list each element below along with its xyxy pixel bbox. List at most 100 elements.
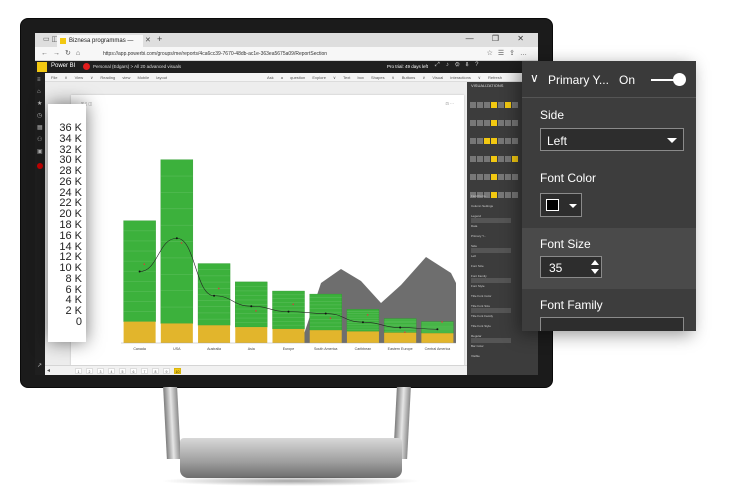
url-field[interactable]: https://app.powerbi.com/groups/me/report… (103, 51, 327, 57)
visual-type-icon[interactable] (498, 174, 504, 180)
format-section-item[interactable]: Font Size (471, 264, 484, 268)
primary-y-axis-section-header[interactable]: ∨ Primary Y... On (522, 61, 696, 98)
visual-type-icon[interactable] (470, 102, 476, 108)
page-tab-3[interactable]: 3 (97, 368, 104, 374)
format-section-item[interactable]: Column Settings (471, 204, 493, 208)
visual-type-icon[interactable] (505, 138, 511, 144)
menu-left-items[interactable]: File ∨ View ∨ Reading view Mobile layout (51, 75, 167, 80)
visual-type-icon[interactable] (505, 174, 511, 180)
visual-type-icon[interactable] (512, 174, 518, 180)
visual-type-icon[interactable] (505, 156, 511, 162)
tab-actions-icon[interactable]: ▭ ◫ (43, 35, 58, 43)
visual-type-icon[interactable] (491, 192, 497, 198)
bell-icon[interactable]: ♪ (446, 62, 455, 68)
menu-right-items[interactable]: Ask a question Explore ∨ Text box Shapes… (267, 75, 502, 80)
recent-nav-icon[interactable]: ◷ (37, 113, 43, 119)
visual-type-icon[interactable] (491, 138, 497, 144)
new-tab-button[interactable]: + (157, 34, 162, 44)
help-icon[interactable]: ? (475, 62, 484, 68)
gear-icon[interactable]: ⚙ (455, 62, 466, 68)
hamburger-icon[interactable]: ≡ (37, 77, 43, 83)
visual-type-icon[interactable] (498, 138, 504, 144)
share-icon[interactable]: ⇪ (509, 50, 520, 57)
nav-buttons[interactable]: ←→↻⌂ (41, 49, 85, 57)
visual-type-icon[interactable] (498, 156, 504, 162)
record-icon[interactable] (37, 163, 43, 169)
side-dropdown[interactable]: Left (540, 128, 684, 151)
chart-card[interactable]: ⊽ ▯ ◫ ⊡ ⋯ Canada USA Australia Asia Europe So… (71, 95, 464, 375)
visual-type-icon[interactable] (498, 192, 504, 198)
visual-type-icon[interactable] (498, 120, 504, 126)
window-controls[interactable]: — ❐ ✕ (466, 34, 532, 43)
format-section-item[interactable]: Primary Y... (471, 234, 486, 238)
stepper-up-icon[interactable] (591, 260, 599, 265)
format-input-box[interactable] (471, 278, 511, 283)
expand-icon[interactable]: ⤢ (435, 62, 446, 68)
visual-type-icon[interactable] (484, 156, 490, 162)
back-icon[interactable]: ← (41, 50, 53, 57)
format-section-item[interactable]: Title Font Family (471, 314, 493, 318)
visual-type-icon[interactable] (470, 156, 476, 162)
visual-type-icon[interactable] (470, 174, 476, 180)
visual-type-icon[interactable] (484, 174, 490, 180)
expand-nav-icon[interactable]: ↗ (37, 363, 43, 369)
page-tab-5[interactable]: 5 (119, 368, 126, 374)
user-avatar[interactable] (83, 63, 90, 70)
visual-type-icon[interactable] (477, 174, 483, 180)
home-icon[interactable]: ⌂ (76, 50, 85, 57)
visual-type-icon[interactable] (491, 156, 497, 162)
page-tab-9[interactable]: 9 (163, 368, 170, 374)
visual-type-icon[interactable] (498, 102, 504, 108)
favorites-nav-icon[interactable]: ★ (37, 101, 43, 107)
format-input-box[interactable] (471, 308, 511, 313)
page-tab-4[interactable]: 4 (108, 368, 115, 374)
chevron-down-icon[interactable]: ∨ (530, 71, 539, 85)
page-tab-10[interactable]: 10 (174, 368, 181, 374)
format-section-item[interactable]: Left (471, 254, 476, 258)
visual-type-icon[interactable] (512, 138, 518, 144)
visual-type-icon[interactable] (470, 138, 476, 144)
format-section-item[interactable]: Title Font Color (471, 294, 491, 298)
visual-type-icon[interactable] (484, 138, 490, 144)
visual-type-icon[interactable] (512, 156, 518, 162)
shared-nav-icon[interactable]: ⚇ (37, 137, 43, 143)
breadcrumb[interactable]: Personal (Edgars) > All 20 advanced visu… (93, 64, 181, 69)
visual-type-icon[interactable] (505, 192, 511, 198)
download-icon[interactable]: ⇩ (466, 62, 475, 68)
visual-type-icon[interactable] (505, 120, 511, 126)
visual-type-icon[interactable] (477, 102, 483, 108)
page-tab-6[interactable]: 6 (130, 368, 137, 374)
toggle-knob[interactable] (673, 73, 686, 86)
format-section-item[interactable]: Field Form... (471, 194, 488, 198)
font-family-dropdown[interactable] (540, 317, 684, 331)
format-section-item[interactable]: Title Font Style (471, 324, 491, 328)
page-nav-icon[interactable]: ◂ (47, 367, 50, 374)
visual-type-icon[interactable] (477, 120, 483, 126)
favorites-icon[interactable]: ☰ (498, 50, 509, 57)
stepper-down-icon[interactable] (591, 269, 599, 274)
format-section-item[interactable]: Visible (471, 354, 480, 358)
browser-tab[interactable]: Biznesa programmas — (57, 35, 143, 47)
visual-type-icon[interactable] (505, 102, 511, 108)
visual-type-icon[interactable] (512, 102, 518, 108)
home-nav-icon[interactable]: ⌂ (37, 89, 43, 95)
more-icon[interactable]: … (520, 50, 532, 57)
tab-close-icon[interactable]: ✕ (145, 36, 151, 44)
visual-type-icon[interactable] (477, 138, 483, 144)
visual-type-icon[interactable] (470, 120, 476, 126)
page-tab-7[interactable]: 7 (141, 368, 148, 374)
visual-type-icon[interactable] (512, 120, 518, 126)
format-input-box[interactable] (471, 338, 511, 343)
format-section-item[interactable]: Data (471, 224, 477, 228)
page-tab-1[interactable]: 1 (75, 368, 82, 374)
favorite-star-icon[interactable]: ☆ (487, 50, 498, 57)
visual-type-icon[interactable] (512, 192, 518, 198)
format-input-box[interactable] (471, 248, 511, 253)
workspaces-nav-icon[interactable]: ▣ (37, 149, 43, 155)
format-section-item[interactable]: Bar Color (471, 344, 484, 348)
font-color-picker[interactable] (540, 193, 582, 217)
format-section-item[interactable]: Font Style (471, 284, 485, 288)
powerbi-logo-icon[interactable] (37, 62, 47, 72)
visual-type-icon[interactable] (484, 120, 490, 126)
page-tab-2[interactable]: 2 (86, 368, 93, 374)
